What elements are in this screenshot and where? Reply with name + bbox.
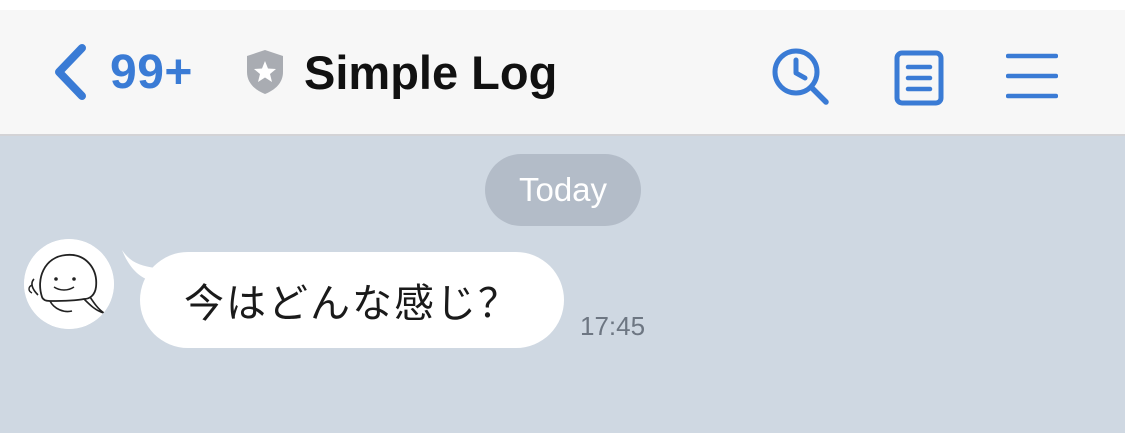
- search-button[interactable]: [770, 46, 832, 108]
- navigation-bar: 99+ Simple Log: [0, 10, 1125, 136]
- menu-button[interactable]: [1006, 52, 1058, 100]
- hamburger-menu-icon: [1006, 52, 1058, 100]
- shield-star-icon: [244, 48, 286, 96]
- date-separator: Today: [485, 154, 641, 226]
- avatar[interactable]: [24, 239, 114, 329]
- chat-screen: 99+ Simple Log Today 今はどんな感じ？ 17:45: [0, 0, 1125, 433]
- back-button[interactable]: 99+: [50, 40, 193, 104]
- document-icon: [893, 50, 945, 106]
- message-list[interactable]: Today 今はどんな感じ？ 17:45: [0, 136, 1125, 433]
- unread-count-badge: 99+: [110, 45, 193, 99]
- message-bubble[interactable]: 今はどんな感じ？: [140, 252, 564, 348]
- chat-title: Simple Log: [304, 45, 558, 99]
- chat-title-group[interactable]: Simple Log: [244, 40, 557, 104]
- beluga-avatar-icon: [24, 239, 114, 329]
- search-clock-icon: [770, 46, 832, 108]
- notes-button[interactable]: [893, 50, 945, 106]
- message-timestamp: 17:45: [580, 311, 646, 341]
- chevron-left-icon: [50, 42, 90, 102]
